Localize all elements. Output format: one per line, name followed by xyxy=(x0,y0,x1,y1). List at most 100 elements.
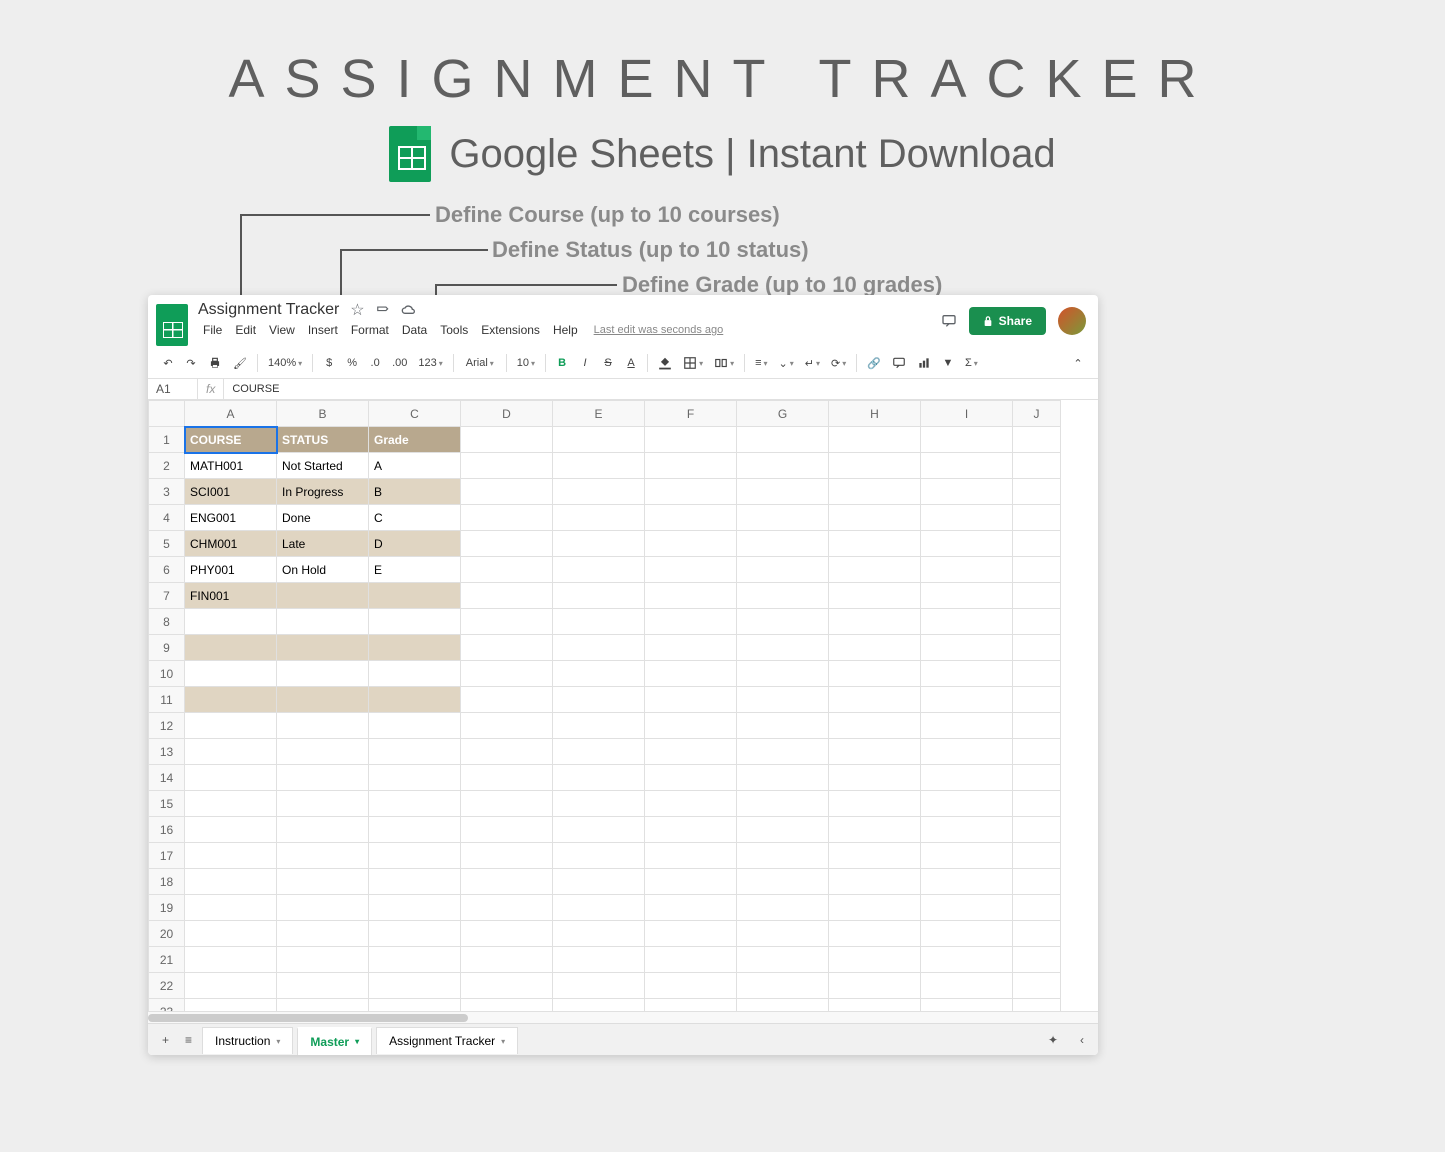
cell[interactable]: CHM001 xyxy=(185,531,277,557)
cell[interactable] xyxy=(737,869,829,895)
cell[interactable] xyxy=(461,505,553,531)
add-sheet-button[interactable]: + xyxy=(156,1029,175,1051)
cell[interactable] xyxy=(829,479,921,505)
cell[interactable] xyxy=(277,999,369,1012)
cell[interactable]: Done xyxy=(277,505,369,531)
fill-color-button[interactable] xyxy=(654,352,676,374)
cell[interactable] xyxy=(921,921,1013,947)
cell[interactable]: Not Started xyxy=(277,453,369,479)
cell[interactable] xyxy=(737,635,829,661)
explore-button[interactable]: ✦ xyxy=(1042,1029,1064,1051)
cell[interactable] xyxy=(1013,687,1061,713)
cell[interactable] xyxy=(921,505,1013,531)
redo-button[interactable]: ↷ xyxy=(181,353,201,374)
cell[interactable] xyxy=(553,843,645,869)
cell[interactable]: ENG001 xyxy=(185,505,277,531)
cell[interactable] xyxy=(645,895,737,921)
cell[interactable] xyxy=(829,765,921,791)
cell[interactable] xyxy=(277,869,369,895)
cell[interactable] xyxy=(185,895,277,921)
cell[interactable]: STATUS xyxy=(277,427,369,453)
row-header[interactable]: 11 xyxy=(149,687,185,713)
row-header[interactable]: 23 xyxy=(149,999,185,1012)
cell[interactable]: Late xyxy=(277,531,369,557)
undo-button[interactable]: ↶ xyxy=(158,353,178,374)
cell[interactable] xyxy=(369,687,461,713)
cell[interactable] xyxy=(921,479,1013,505)
cell[interactable] xyxy=(553,921,645,947)
cell[interactable] xyxy=(829,817,921,843)
comment-button[interactable] xyxy=(888,352,910,374)
row-header[interactable]: 12 xyxy=(149,713,185,739)
cell[interactable] xyxy=(921,557,1013,583)
formula-input[interactable]: COURSE xyxy=(224,380,287,398)
cell[interactable]: A xyxy=(369,453,461,479)
bold-button[interactable]: B xyxy=(552,353,572,373)
row-header[interactable]: 1 xyxy=(149,427,185,453)
cell[interactable] xyxy=(829,843,921,869)
cell[interactable] xyxy=(921,583,1013,609)
cell[interactable] xyxy=(829,739,921,765)
cell[interactable] xyxy=(921,791,1013,817)
name-box[interactable]: A1 xyxy=(148,379,198,399)
cell[interactable] xyxy=(461,609,553,635)
cell[interactable] xyxy=(829,453,921,479)
menu-edit[interactable]: Edit xyxy=(230,321,261,339)
cell[interactable] xyxy=(1013,583,1061,609)
column-header[interactable]: C xyxy=(369,401,461,427)
row-header[interactable]: 2 xyxy=(149,453,185,479)
row-header[interactable]: 5 xyxy=(149,531,185,557)
cell[interactable] xyxy=(185,687,277,713)
cell[interactable] xyxy=(737,765,829,791)
cell[interactable] xyxy=(829,609,921,635)
cell[interactable] xyxy=(277,947,369,973)
cell[interactable] xyxy=(921,661,1013,687)
cell[interactable] xyxy=(645,791,737,817)
cell[interactable] xyxy=(737,505,829,531)
cell[interactable] xyxy=(553,739,645,765)
cell[interactable] xyxy=(277,843,369,869)
cell[interactable] xyxy=(829,531,921,557)
cell[interactable] xyxy=(737,531,829,557)
cell[interactable]: In Progress xyxy=(277,479,369,505)
cell[interactable] xyxy=(461,687,553,713)
cell[interactable] xyxy=(1013,505,1061,531)
collapse-toolbar-button[interactable]: ⌃ xyxy=(1068,353,1088,374)
cell[interactable] xyxy=(1013,635,1061,661)
cell[interactable] xyxy=(553,713,645,739)
cell[interactable] xyxy=(921,453,1013,479)
cell[interactable] xyxy=(921,739,1013,765)
cell[interactable] xyxy=(185,765,277,791)
cell[interactable] xyxy=(1013,453,1061,479)
cell[interactable] xyxy=(369,999,461,1012)
cell[interactable] xyxy=(369,609,461,635)
cell[interactable] xyxy=(921,427,1013,453)
cell[interactable] xyxy=(645,661,737,687)
cell[interactable] xyxy=(737,843,829,869)
rotate-button[interactable]: ⟳ xyxy=(827,353,850,374)
halign-button[interactable]: ≡ xyxy=(751,353,771,373)
row-header[interactable]: 3 xyxy=(149,479,185,505)
cell[interactable] xyxy=(277,765,369,791)
cell[interactable] xyxy=(369,895,461,921)
cell[interactable] xyxy=(553,635,645,661)
cell[interactable] xyxy=(921,817,1013,843)
cell[interactable] xyxy=(829,505,921,531)
cell[interactable] xyxy=(829,921,921,947)
cell[interactable]: C xyxy=(369,505,461,531)
cell[interactable]: D xyxy=(369,531,461,557)
column-header[interactable]: I xyxy=(921,401,1013,427)
row-header[interactable]: 14 xyxy=(149,765,185,791)
number-format-button[interactable]: 123 xyxy=(414,353,446,373)
cell[interactable] xyxy=(921,531,1013,557)
cell[interactable] xyxy=(645,557,737,583)
cell[interactable] xyxy=(1013,791,1061,817)
cell[interactable] xyxy=(737,661,829,687)
cell[interactable] xyxy=(737,999,829,1012)
cell[interactable] xyxy=(369,947,461,973)
column-header[interactable]: D xyxy=(461,401,553,427)
cell[interactable] xyxy=(185,635,277,661)
cell[interactable] xyxy=(277,583,369,609)
cell[interactable] xyxy=(921,765,1013,791)
menu-file[interactable]: File xyxy=(198,321,227,339)
